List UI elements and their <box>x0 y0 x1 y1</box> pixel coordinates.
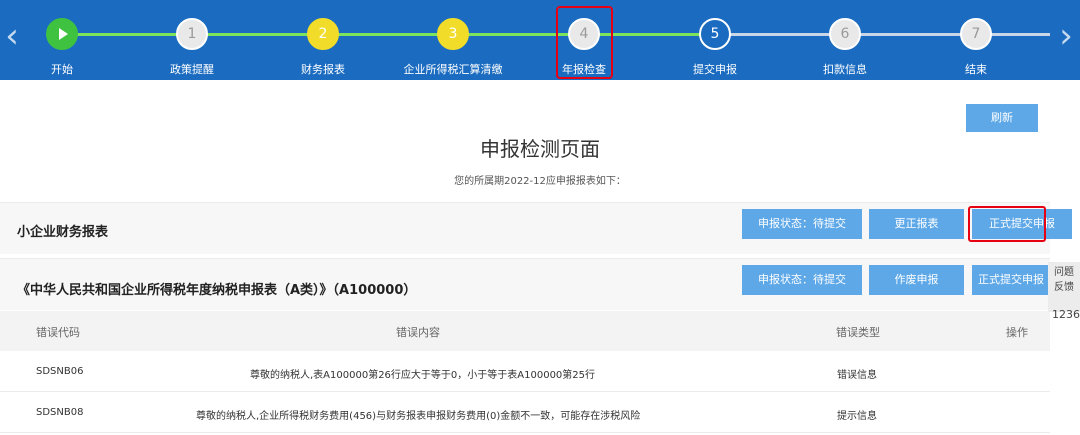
step-label-1[interactable]: 政策提醒 <box>132 61 252 77</box>
page-subtitle: 您的所属期2022-12应申报报表如下： <box>454 176 626 187</box>
table-row: SDSNB06 尊敬的纳税人,表A100000第26行应大于等于0，小于等于表A… <box>0 352 1050 392</box>
error-content: 尊敬的纳税人,企业所得税财务费用(456)与财务报表申报财务费用(0)金额不一致… <box>196 411 641 422</box>
error-table-header: 错误代码 错误内容 错误类型 操作 <box>0 311 1050 351</box>
hotline-number[interactable]: 1236 <box>1052 308 1080 321</box>
error-code: SDSNB06 <box>36 366 84 377</box>
step-1-circle[interactable]: 1 <box>176 18 208 50</box>
feedback-widget[interactable]: 问题 反馈 <box>1048 262 1080 312</box>
progress-line-todo <box>716 33 1050 36</box>
error-content: 尊敬的纳税人,表A100000第26行应大于等于0，小于等于表A100000第2… <box>250 370 596 381</box>
progress-line-done <box>62 33 716 36</box>
filing-status-button[interactable]: 申报状态：待提交 <box>742 265 862 295</box>
play-icon <box>59 28 68 40</box>
step-2-circle[interactable]: 2 <box>307 18 339 50</box>
step-3-circle[interactable]: 3 <box>437 18 469 50</box>
formal-submit-button[interactable]: 正式提交申报 <box>972 265 1050 295</box>
col-header-action: 操作 <box>1006 326 1028 339</box>
table-row: SDSNB08 尊敬的纳税人,企业所得税财务费用(456)与财务报表申报财务费用… <box>0 393 1050 433</box>
report-section-small-enterprise: 小企业财务报表 申报状态：待提交 更正报表 正式提交申报 <box>0 202 1072 254</box>
step-label-7[interactable]: 结束 <box>916 61 1036 77</box>
refresh-button[interactable]: 刷新 <box>966 104 1038 132</box>
error-type: 错误信息 <box>837 370 877 381</box>
step-7-circle[interactable]: 7 <box>960 18 992 50</box>
step-label-5[interactable]: 提交申报 <box>655 61 775 77</box>
chevron-right-icon[interactable]: › <box>1056 16 1076 56</box>
col-header-code: 错误代码 <box>36 326 80 339</box>
step-start-circle[interactable] <box>46 18 78 50</box>
step-label-start[interactable]: 开始 <box>2 61 122 77</box>
error-type: 提示信息 <box>837 411 877 422</box>
report-title: 《中华人民共和国企业所得税年度纳税申报表（A类）》（A100000） <box>17 283 417 298</box>
report-title: 小企业财务报表 <box>17 225 109 240</box>
filing-status-button[interactable]: 申报状态：待提交 <box>742 209 862 239</box>
void-filing-button[interactable]: 作废申报 <box>869 265 964 295</box>
report-section-income-tax: 《中华人民共和国企业所得税年度纳税申报表（A类）》（A100000） 申报状态：… <box>0 258 1050 310</box>
step-5-circle[interactable]: 5 <box>699 18 731 50</box>
page-title: 申报检测页面 <box>480 137 600 161</box>
feedback-label-line2: 反馈 <box>1054 282 1074 293</box>
step-6-circle[interactable]: 6 <box>829 18 861 50</box>
chevron-left-icon[interactable]: ‹ <box>2 16 22 56</box>
step-label-3[interactable]: 企业所得税汇算清缴 <box>393 61 513 77</box>
progress-stepper: ‹ › 开始 1 政策提醒 2 财务报表 3 企业所得税汇算清缴 4 年报检查 … <box>0 0 1080 80</box>
step-label-2[interactable]: 财务报表 <box>263 61 383 77</box>
error-code: SDSNB08 <box>36 407 84 418</box>
col-header-content: 错误内容 <box>396 326 440 339</box>
step-4-highlight <box>556 6 613 79</box>
col-header-type: 错误类型 <box>836 326 880 339</box>
correct-report-button[interactable]: 更正报表 <box>869 209 964 239</box>
submit-button-highlight <box>968 206 1046 242</box>
feedback-label-line1: 问题 <box>1054 267 1074 278</box>
step-label-6[interactable]: 扣款信息 <box>785 61 905 77</box>
